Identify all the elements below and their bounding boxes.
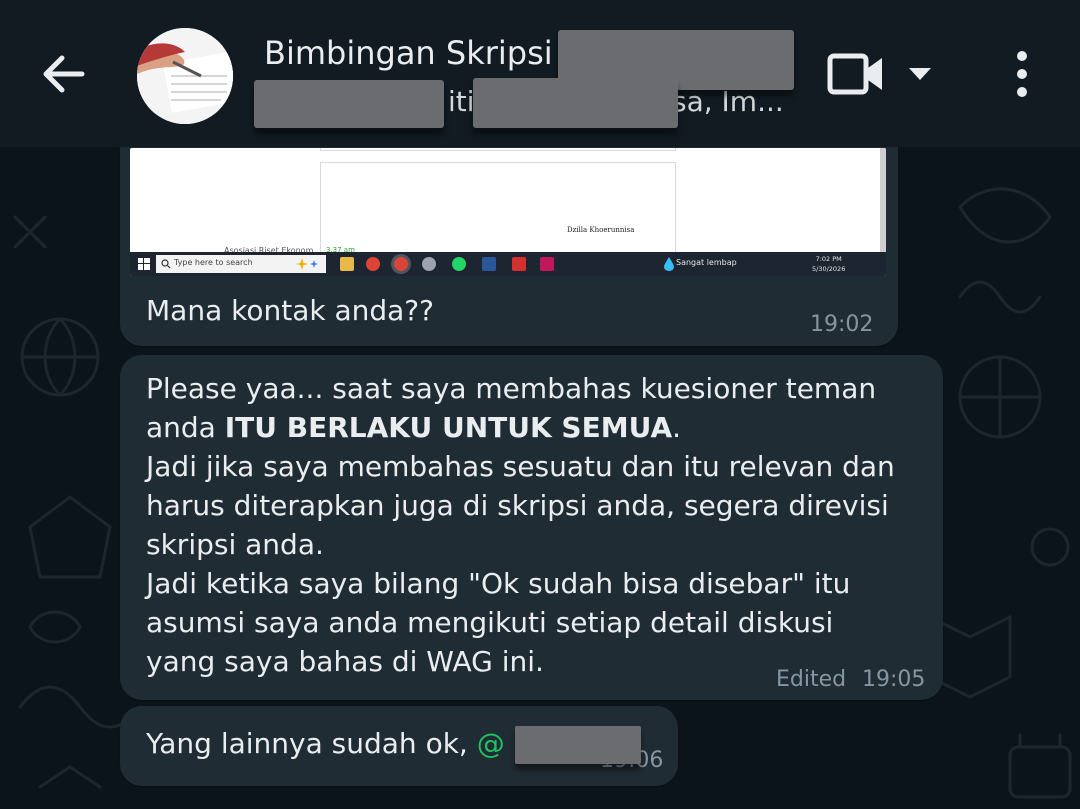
weather-text: Sangat lembap bbox=[676, 258, 737, 267]
attached-image[interactable]: Dzilla Khoerunnisa Asosiasi Riset Ekonom… bbox=[130, 148, 886, 276]
video-call-button[interactable] bbox=[826, 50, 888, 98]
message-text-line: Jadi jika saya membahas sesuatu dan itu … bbox=[146, 450, 895, 483]
chrome-icon bbox=[394, 257, 408, 271]
message-text-line: harus diterapkan juga di skripsi anda, s… bbox=[146, 489, 889, 522]
taskbar-clock: 7:02 PM 5/30/2026 bbox=[812, 254, 845, 274]
edited-label: Edited bbox=[776, 667, 847, 692]
app-icon bbox=[540, 257, 554, 271]
message-text-line: anda ITU BERLAKU UNTUK SEMUA. bbox=[146, 408, 681, 447]
redaction-block bbox=[515, 726, 641, 764]
message-text: Mana kontak anda?? bbox=[146, 294, 435, 327]
more-vertical-icon bbox=[1017, 51, 1027, 97]
clock-time: 7:02 PM bbox=[815, 255, 842, 263]
redaction-block bbox=[254, 80, 444, 128]
windows-start-icon bbox=[138, 258, 150, 270]
redaction-block bbox=[473, 78, 678, 128]
sparkle-icon bbox=[296, 258, 318, 270]
chrome-icon bbox=[366, 257, 380, 271]
text-segment: . bbox=[672, 411, 682, 444]
participants-fragment: iti bbox=[448, 85, 475, 118]
message-time: 19:05 bbox=[862, 667, 926, 692]
group-avatar[interactable] bbox=[137, 28, 233, 124]
message-text-line: asumsi saya anda mengikuti setiap detail… bbox=[146, 606, 834, 639]
mention-link[interactable]: @ bbox=[477, 727, 505, 760]
message-bubble[interactable]: Please yaa... saat saya membahas kuesion… bbox=[120, 355, 943, 700]
droplet-icon bbox=[664, 257, 674, 271]
message-text-line: Please yaa... saat saya membahas kuesion… bbox=[146, 372, 877, 405]
whatsapp-icon bbox=[452, 257, 466, 271]
app-icon bbox=[422, 257, 436, 271]
windows-taskbar: Type here to search Sangat lembap 7:02 P… bbox=[130, 252, 886, 276]
message-text: Yang lainnya sudah ok, @ bbox=[146, 724, 505, 763]
chat-title[interactable]: Bimbingan Skripsi bbox=[264, 34, 553, 72]
taskbar-search: Type here to search bbox=[156, 255, 326, 273]
document-author-text: Dzilla Khoerunnisa bbox=[567, 226, 635, 234]
back-button[interactable] bbox=[36, 46, 92, 102]
message-bubble[interactable]: Dzilla Khoerunnisa Asosiasi Riset Ekonom… bbox=[120, 120, 898, 346]
message-text-line: skripsi anda. bbox=[146, 528, 324, 561]
document-table-line bbox=[320, 148, 676, 151]
back-arrow-icon bbox=[43, 55, 85, 93]
message-text-line: Jadi ketika saya bilang "Ok sudah bisa d… bbox=[146, 567, 851, 600]
scrollbar bbox=[880, 148, 886, 252]
file-explorer-icon bbox=[340, 257, 354, 271]
message-text-line: yang saya bahas di WAG ini. bbox=[146, 645, 544, 678]
acrobat-icon bbox=[512, 257, 526, 271]
search-icon bbox=[161, 259, 171, 269]
taskbar-search-text: Type here to search bbox=[174, 258, 253, 267]
text-segment: anda bbox=[146, 411, 225, 444]
call-options-button[interactable] bbox=[906, 64, 934, 84]
chat-header: Bimbingan Skripsi iti sa, Im... bbox=[0, 0, 1080, 147]
message-time: 19:02 bbox=[810, 312, 874, 337]
text-segment: Yang lainnya sudah ok, bbox=[146, 727, 477, 760]
clock-date: 5/30/2026 bbox=[812, 265, 846, 273]
word-icon bbox=[482, 257, 496, 271]
chevron-down-icon bbox=[909, 68, 931, 80]
video-camera-icon bbox=[827, 53, 882, 95]
more-options-button[interactable] bbox=[1002, 46, 1042, 102]
bold-text: ITU BERLAKU UNTUK SEMUA bbox=[224, 411, 673, 444]
